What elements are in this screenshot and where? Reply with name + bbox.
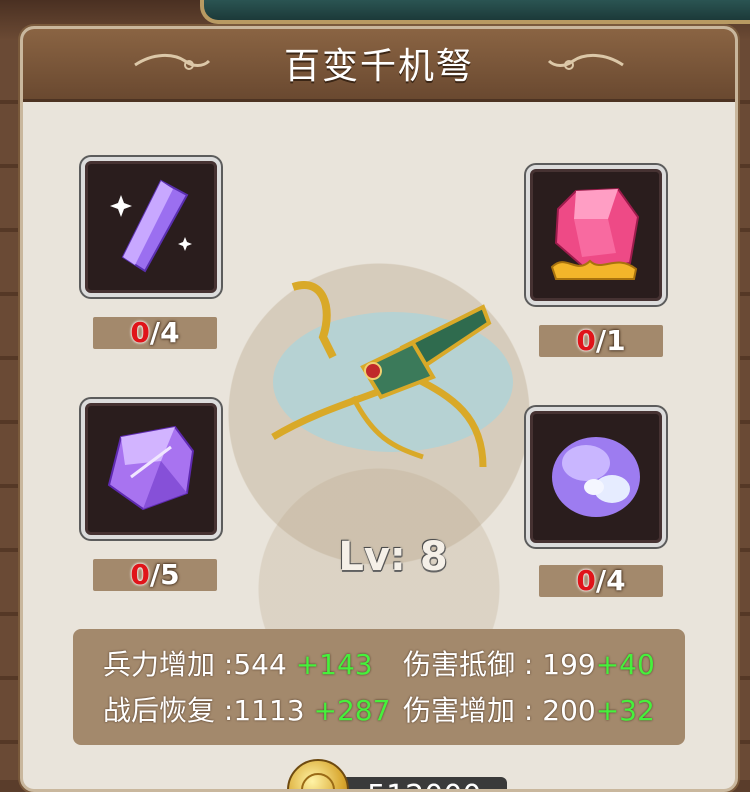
material-slot-1[interactable] bbox=[81, 157, 221, 297]
stat-troop-increase: 兵力增加 :544 +143 bbox=[103, 648, 373, 681]
stat-label: 兵力增加 bbox=[103, 648, 216, 681]
stat-damage-increase: 伤害增加 : 200+32 bbox=[403, 694, 655, 727]
lavender-cloud-stone-icon bbox=[552, 437, 640, 517]
material-count-2: 0/1 bbox=[539, 325, 663, 357]
crossbow-icon bbox=[271, 281, 513, 468]
stat-bonus: +143 bbox=[286, 648, 373, 681]
upgrade-panel: 百变千机弩 0/4 0/1 0/5 0/4 Lv: 8 兵力增加:544 +1… bbox=[20, 26, 738, 792]
stat-value: 1113 bbox=[233, 694, 305, 727]
stat-post-battle-recovery: 战后恢复 :1113 +287 bbox=[103, 694, 391, 727]
top-bar-frame bbox=[200, 0, 750, 24]
header-ornament-right bbox=[547, 54, 624, 70]
stat-bonus: +287 bbox=[304, 694, 391, 727]
upgrade-cost[interactable]: 512000 bbox=[287, 759, 507, 789]
stat-label: 伤害抵御 bbox=[403, 648, 516, 681]
stats-panel: 兵力增加 :544 +143 伤害抵御 : 199+40 战后恢复 :1113 … bbox=[73, 629, 685, 745]
stat-bonus: +40 bbox=[595, 648, 655, 681]
material-count-4: 0/4 bbox=[539, 565, 663, 597]
stat-value: 544 bbox=[233, 648, 287, 681]
panel-header: 百变千机弩 bbox=[23, 29, 735, 102]
material-slot-2[interactable] bbox=[526, 165, 666, 305]
cost-amount: 512000 bbox=[367, 779, 482, 789]
weapon-level: Lv: 8 bbox=[338, 534, 448, 580]
gold-coin-icon bbox=[287, 759, 349, 789]
material-count-1: 0/4 bbox=[93, 317, 217, 349]
stat-damage-resist: 伤害抵御 : 199+40 bbox=[403, 648, 655, 681]
pink-gem-icon bbox=[550, 187, 640, 280]
amethyst-chunk-icon bbox=[107, 425, 195, 511]
purple-crystal-shard-icon bbox=[110, 179, 192, 273]
stat-value: 199 bbox=[542, 648, 596, 681]
material-slot-3[interactable] bbox=[81, 399, 221, 539]
stat-label: 伤害增加 bbox=[403, 694, 516, 727]
stat-label: 战后恢复 bbox=[103, 694, 216, 727]
material-slot-4[interactable] bbox=[526, 407, 666, 547]
stat-value: 200 bbox=[542, 694, 596, 727]
background-left-wall bbox=[0, 40, 22, 780]
material-count-3: 0/5 bbox=[93, 559, 217, 591]
stat-bonus: +32 bbox=[595, 694, 655, 727]
panel-title: 百变千机弩 bbox=[283, 46, 474, 87]
